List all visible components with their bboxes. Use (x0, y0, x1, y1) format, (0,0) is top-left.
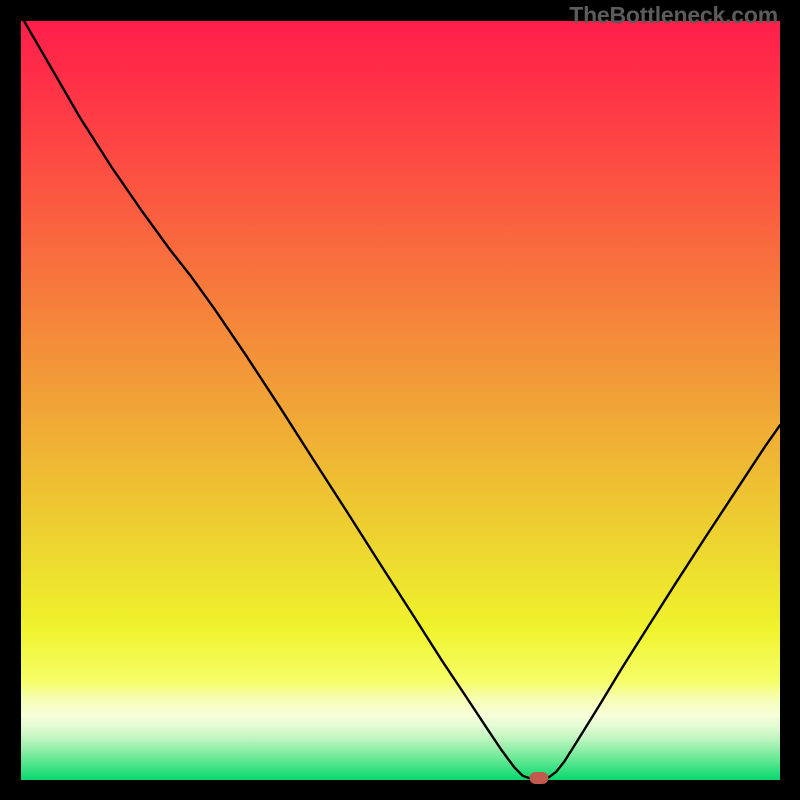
gradient-background (21, 21, 780, 780)
watermark-text: TheBottleneck.com (569, 2, 778, 29)
plot-frame (21, 21, 780, 780)
bottleneck-chart (21, 21, 780, 780)
optimal-point-marker (530, 772, 549, 784)
